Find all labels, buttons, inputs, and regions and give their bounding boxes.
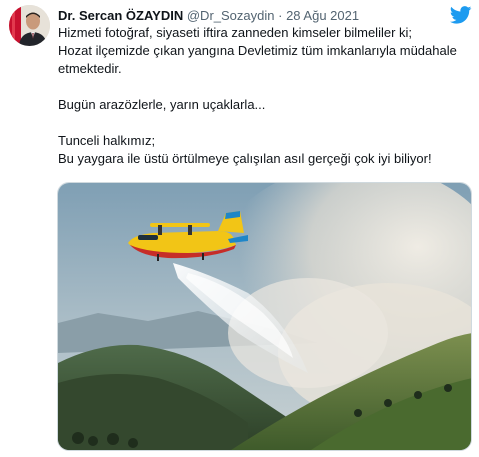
author-handle[interactable]: @Dr_Sozaydin (187, 8, 275, 23)
twitter-bird-icon[interactable] (449, 6, 472, 24)
tweet-card: Dr. Sercan ÖZAYDIN @Dr_Sozaydin · 28 Ağu… (0, 0, 479, 457)
tweet-text-line: Hizmeti fotoğraf, siyaseti iftira zanned… (58, 25, 413, 40)
tweet-header: Dr. Sercan ÖZAYDIN @Dr_Sozaydin · 28 Ağu… (58, 8, 359, 24)
author-name[interactable]: Dr. Sercan ÖZAYDIN (58, 8, 183, 23)
tweet-text-line: Tunceli halkımız; (58, 133, 156, 148)
tweet-text-line: Bu yaygara ile üstü örtülmeye çalışılan … (58, 151, 432, 166)
tweet-text-line: Bugün arazözlerle, yarın uçaklarla... (58, 97, 266, 112)
avatar[interactable] (9, 5, 50, 46)
avatar-portrait-icon (9, 5, 50, 46)
header-separator: · (278, 8, 283, 23)
tweet-text-line: Hozat ilçemizde çıkan yangına Devletimiz… (58, 43, 457, 58)
tweet-text-line: etmektedir. (58, 61, 122, 76)
tweet-date[interactable]: 28 Ağu 2021 (286, 8, 359, 23)
firefighting-plane-photo (58, 183, 471, 450)
tweet-text: Hizmeti fotoğraf, siyaseti iftira zanned… (58, 24, 473, 168)
tweet-photo[interactable] (57, 182, 472, 451)
